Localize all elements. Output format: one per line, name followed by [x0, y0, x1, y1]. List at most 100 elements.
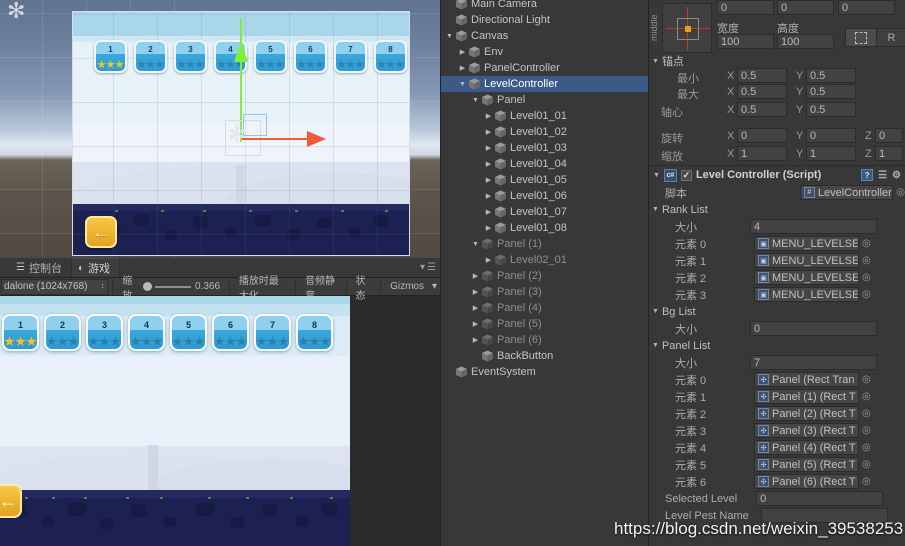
object-picker-icon[interactable]: ◎	[862, 442, 871, 453]
slider-knob[interactable]	[143, 282, 153, 291]
hierarchy-panel[interactable]: Main Camera Directional Light ▼ Canvas ▶ Env ▶…	[440, 0, 648, 546]
hierarchy-item-panel-6[interactable]: ▶ Panel (6)	[441, 332, 648, 348]
hierarchy-item-panelcontroller[interactable]: ▶ PanelController	[441, 60, 648, 76]
posy-field[interactable]: 0	[777, 0, 834, 15]
slider-track[interactable]	[155, 285, 192, 288]
game-level-button-6[interactable]: 6	[212, 314, 249, 351]
object-picker-icon[interactable]: ◎	[862, 459, 871, 470]
triangle-right-icon[interactable]: ▶	[483, 224, 494, 232]
hierarchy-item-level01-03[interactable]: ▶ Level01_03	[441, 140, 648, 156]
object-picker-icon[interactable]: ◎	[862, 272, 871, 283]
scale-y-field[interactable]: 1	[806, 146, 856, 161]
triangle-right-icon[interactable]: ▶	[483, 128, 494, 136]
panel-element-object-field[interactable]: ✣ Panel (6) (Rect T	[754, 474, 859, 489]
scale-x-field[interactable]: 1	[737, 146, 787, 161]
help-icon[interactable]: ?	[861, 169, 874, 181]
inspector-panel[interactable]: middle 0 0 0 宽度 高度 100 100 R ▼ 锚点 最小 X 0…	[648, 0, 905, 546]
object-picker-icon[interactable]: ◎	[896, 187, 905, 198]
hierarchy-item-level01-05[interactable]: ▶ Level01_05	[441, 172, 648, 188]
bg-list-size-field[interactable]: 0	[750, 321, 877, 336]
anchor-max-y-field[interactable]: 0.5	[806, 84, 856, 99]
triangle-right-icon[interactable]: ▶	[470, 336, 481, 344]
hierarchy-item-panel[interactable]: ▼ Panel	[441, 92, 648, 108]
gizmo-y-axis-arrow[interactable]	[234, 40, 248, 62]
hierarchy-item-level01-08[interactable]: ▶ Level01_08	[441, 220, 648, 236]
pivot-y-field[interactable]: 0.5	[806, 102, 856, 117]
gizmo-x-axis-arrow[interactable]	[307, 131, 326, 147]
hierarchy-item-levelcontroller[interactable]: ▼ LevelController	[441, 76, 648, 92]
tab-console[interactable]: ☰ 控制台	[10, 258, 71, 277]
gear-icon[interactable]: ⚙	[892, 170, 901, 181]
posz-field[interactable]: 0	[838, 0, 895, 15]
rotation-y-field[interactable]: 0	[806, 128, 856, 143]
gizmo-x-axis[interactable]	[242, 138, 314, 140]
game-view-render[interactable]: 1 2 3 4 5 6 7 8 ←	[0, 296, 350, 546]
rank-element-object-field[interactable]: ▣ MENU_LEVELSEL	[754, 236, 859, 251]
blueprint-raw-toggle-group[interactable]: R	[845, 28, 905, 47]
raw-edit-button[interactable]: R	[877, 28, 905, 47]
hierarchy-item-backbutton[interactable]: BackButton	[441, 348, 648, 364]
triangle-down-icon[interactable]: ▼	[457, 81, 468, 88]
game-back-button[interactable]: ←	[0, 484, 22, 518]
anchor-min-y-field[interactable]: 0.5	[806, 68, 856, 83]
game-level-button-1[interactable]: 1	[2, 314, 39, 351]
triangle-down-icon[interactable]: ▼	[470, 97, 481, 104]
scene-level-button-6[interactable]: 6	[294, 40, 327, 73]
object-picker-icon[interactable]: ◎	[862, 476, 871, 487]
triangle-right-icon[interactable]: ▶	[470, 304, 481, 312]
scene-view[interactable]: 1 2 3 4 5 6 7 8 ← ✻ ✻	[0, 0, 440, 258]
triangle-right-icon[interactable]: ▶	[483, 112, 494, 120]
game-level-button-5[interactable]: 5	[170, 314, 207, 351]
triangle-right-icon[interactable]: ▶	[483, 176, 494, 184]
panel-element-object-field[interactable]: ✣ Panel (4) (Rect T	[754, 440, 859, 455]
resolution-dropdown[interactable]: dalone (1024x768) ↕	[1, 278, 109, 295]
tab-game[interactable]: ◐ 游戏	[70, 258, 121, 277]
object-picker-icon[interactable]: ◎	[862, 289, 871, 300]
hierarchy-item-env[interactable]: ▶ Env	[441, 44, 648, 60]
hierarchy-item-panel-5[interactable]: ▶ Panel (5)	[441, 316, 648, 332]
triangle-down-icon[interactable]: ▼	[652, 342, 659, 349]
object-picker-icon[interactable]: ◎	[862, 238, 871, 249]
scene-level-button-3[interactable]: 3	[174, 40, 207, 73]
panel-list-size-field[interactable]: 7	[750, 355, 877, 370]
scene-back-button[interactable]: ←	[85, 216, 117, 248]
triangle-right-icon[interactable]: ▶	[457, 64, 468, 72]
triangle-right-icon[interactable]: ▶	[483, 160, 494, 168]
hierarchy-item-level01-07[interactable]: ▶ Level01_07	[441, 204, 648, 220]
game-level-button-3[interactable]: 3	[86, 314, 123, 351]
mute-audio-button[interactable]: 音频静音	[300, 276, 342, 302]
rank-list-size-field[interactable]: 4	[750, 219, 877, 234]
object-picker-icon[interactable]: ◎	[862, 391, 871, 402]
anchor-max-x-field[interactable]: 0.5	[737, 84, 787, 99]
panel-element-object-field[interactable]: ✣ Panel (Rect Tran	[754, 372, 859, 387]
rank-element-object-field[interactable]: ▣ MENU_LEVELSEL	[754, 253, 859, 268]
hierarchy-item-level01-06[interactable]: ▶ Level01_06	[441, 188, 648, 204]
game-level-button-2[interactable]: 2	[44, 314, 81, 351]
rect-tool-selection[interactable]	[243, 114, 267, 136]
panel-element-object-field[interactable]: ✣ Panel (5) (Rect T	[754, 457, 859, 472]
triangle-right-icon[interactable]: ▶	[483, 208, 494, 216]
script-object-field[interactable]: # LevelController	[799, 185, 894, 200]
triangle-right-icon[interactable]: ▶	[483, 256, 494, 264]
hierarchy-item-panel-4[interactable]: ▶ Panel (4)	[441, 300, 648, 316]
hierarchy-item-directional-light[interactable]: Directional Light	[441, 12, 648, 28]
triangle-down-icon[interactable]: ▼	[470, 241, 481, 248]
anchors-section-header[interactable]: ▼ 锚点	[652, 53, 684, 69]
blueprint-icon[interactable]	[845, 28, 877, 47]
rank-element-object-field[interactable]: ▣ MENU_LEVELSEL	[754, 270, 859, 285]
scene-pivot-gizmo-corner[interactable]: ✻	[7, 0, 25, 22]
hierarchy-item-level01-04[interactable]: ▶ Level01_04	[441, 156, 648, 172]
game-level-button-8[interactable]: 8	[296, 314, 333, 351]
triangle-down-icon[interactable]: ▼	[652, 308, 659, 315]
width-field[interactable]: 100	[717, 34, 774, 49]
triangle-right-icon[interactable]: ▶	[470, 288, 481, 296]
rank-element-object-field[interactable]: ▣ MENU_LEVELSEL	[754, 287, 859, 302]
hierarchy-item-level02-01[interactable]: ▶ Level02_01	[441, 252, 648, 268]
game-level-button-7[interactable]: 7	[254, 314, 291, 351]
hierarchy-item-panel-1[interactable]: ▼ Panel (1)	[441, 236, 648, 252]
object-picker-icon[interactable]: ◎	[862, 374, 871, 385]
hierarchy-item-canvas[interactable]: ▼ Canvas	[441, 28, 648, 44]
anchor-min-x-field[interactable]: 0.5	[737, 68, 787, 83]
gizmos-button[interactable]: Gizmos	[385, 279, 429, 295]
gizmos-dropdown-icon[interactable]: ▾	[429, 279, 440, 295]
